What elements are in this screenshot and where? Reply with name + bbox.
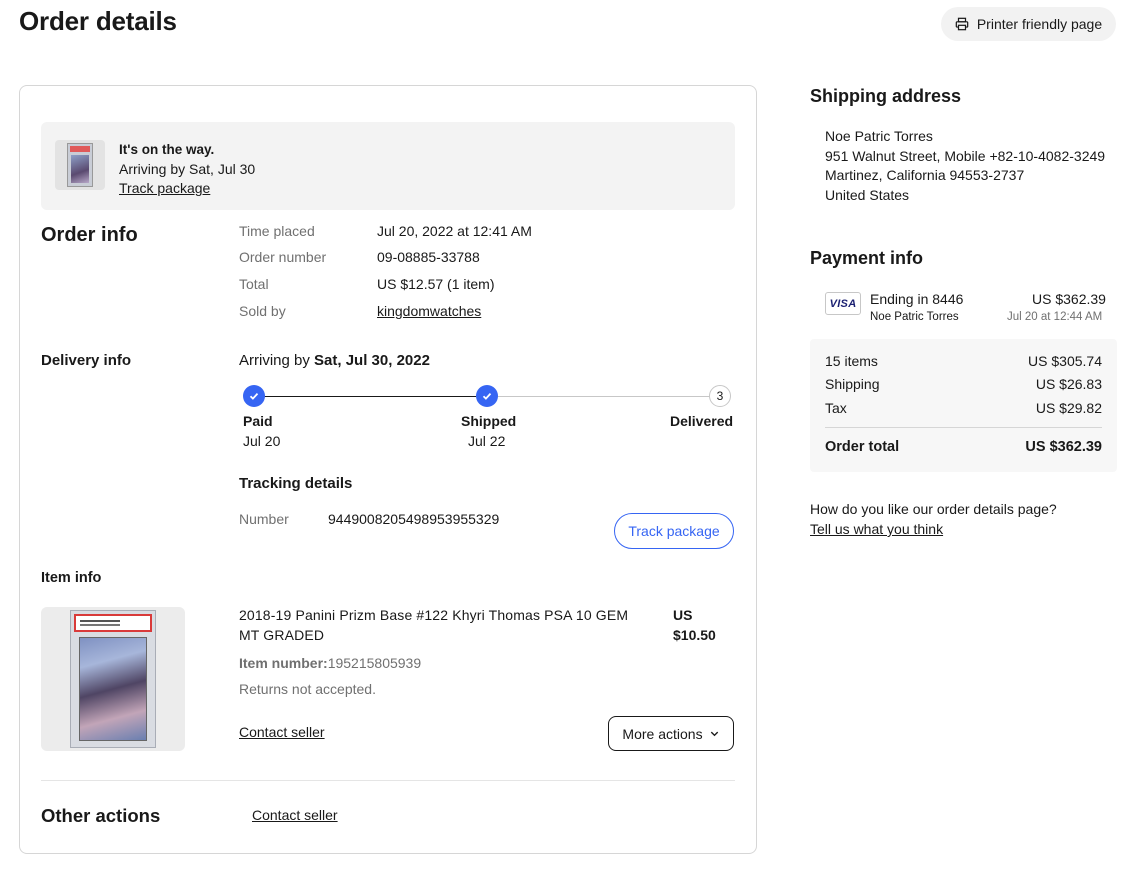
page-title: Order details <box>19 6 177 36</box>
address-street: 951 Walnut Street, Mobile +82-10-4082-32… <box>825 147 1106 164</box>
other-contact-seller-link[interactable]: Contact seller <box>252 807 338 823</box>
summary-divider <box>825 427 1102 428</box>
more-actions-label: More actions <box>622 725 703 742</box>
more-actions-button[interactable]: More actions <box>608 716 734 751</box>
summary-items-label: 15 items <box>825 353 878 369</box>
progress-line-pending <box>496 396 710 397</box>
card-holder: Noe Patric Torres <box>870 311 959 323</box>
address-country: United States <box>825 186 910 203</box>
status-heading: It's on the way. <box>119 142 215 157</box>
time-placed-value: Jul 20, 2022 at 12:41 AM <box>377 223 532 239</box>
address-name: Noe Patric Torres <box>825 128 933 144</box>
payment-info-title: Payment info <box>810 248 924 268</box>
feedback-question: How do you like our order details page? <box>810 501 1057 517</box>
other-actions-title: Other actions <box>41 805 161 826</box>
delivery-arriving-date: Sat, Jul 30, 2022 <box>314 352 430 369</box>
step-delivered-number: 3 <box>709 385 731 407</box>
contact-seller-link[interactable]: Contact seller <box>239 724 325 740</box>
item-info-title: Item info <box>41 570 102 586</box>
step-paid-date: Jul 20 <box>243 433 281 449</box>
summary-tax-row: Tax US $29.82 <box>825 400 1102 416</box>
item-number-value: 195215805939 <box>327 655 422 671</box>
step-shipped-date: Jul 22 <box>468 433 506 449</box>
step-shipped-check-icon <box>476 385 498 407</box>
order-number-value: 09-08885-33788 <box>377 249 480 265</box>
tracking-number-value: 9449008205498953955329 <box>328 511 500 527</box>
item-title[interactable]: 2018-19 Panini Prizm Base #122 Khyri Tho… <box>239 606 649 645</box>
tracking-details-title: Tracking details <box>239 475 353 492</box>
feedback-link[interactable]: Tell us what you think <box>810 519 1057 539</box>
shipping-address: Noe Patric Torres 951 Walnut Street, Mob… <box>825 127 1105 205</box>
summary-shipping-label: Shipping <box>825 376 880 392</box>
seller-link[interactable]: kingdomwatches <box>377 303 481 319</box>
summary-shipping-value: US $26.83 <box>1035 376 1102 392</box>
step-delivered-label: Delivered <box>670 413 734 429</box>
step-shipped-label: Shipped <box>461 413 517 429</box>
summary-shipping-row: Shipping US $26.83 <box>825 376 1102 392</box>
step-paid-check-icon <box>243 385 265 407</box>
address-city: Martinez, California 94553-2737 <box>825 167 1025 184</box>
summary-items-value: US $305.74 <box>1028 353 1102 369</box>
track-package-link[interactable]: Track package <box>119 179 255 199</box>
step-paid-label: Paid <box>243 413 273 429</box>
order-info-title: Order info <box>41 224 138 246</box>
printer-icon <box>955 17 969 31</box>
order-total-value: US $362.39 <box>1025 439 1102 455</box>
shipping-address-title: Shipping address <box>810 86 962 106</box>
card-ending: Ending in 8446 <box>870 291 964 307</box>
delivery-arriving-prefix: Arriving by <box>239 352 315 369</box>
status-arriving: Arriving by Sat, Jul 30 <box>119 160 256 177</box>
time-placed-label: Time placed <box>239 223 315 239</box>
order-total-label: Order total <box>825 439 900 455</box>
order-number-label: Order number <box>239 249 327 265</box>
total-label: Total <box>239 276 269 292</box>
order-card: It's on the way. Arriving by Sat, Jul 30… <box>19 85 757 854</box>
returns-policy: Returns not accepted. <box>239 681 376 697</box>
payment-date: Jul 20 at 12:44 AM <box>1007 311 1103 323</box>
status-item-thumbnail <box>55 140 105 190</box>
item-number: Item number:195215805939 <box>239 655 421 671</box>
progress-line-done <box>264 396 476 397</box>
feedback-section: How do you like our order details page? … <box>810 499 1057 539</box>
payment-amount: US $362.39 <box>1032 291 1106 307</box>
item-number-label: Item number: <box>239 655 328 671</box>
printer-friendly-label: Printer friendly page <box>976 16 1103 32</box>
summary-tax-value: US $29.82 <box>1035 400 1102 416</box>
item-image[interactable] <box>41 607 185 751</box>
sold-by-label: Sold by <box>239 303 286 319</box>
shipment-status-banner: It's on the way. Arriving by Sat, Jul 30… <box>41 122 735 210</box>
summary-items-row: 15 items US $305.74 <box>825 353 1102 369</box>
item-price: US $10.50 <box>673 607 716 643</box>
section-divider <box>41 780 735 781</box>
order-total-row: Order total US $362.39 <box>825 439 1102 455</box>
delivery-info-title: Delivery info <box>41 352 132 369</box>
delivery-arriving: Arriving by Sat, Jul 30, 2022 <box>239 352 430 369</box>
total-value: US $12.57 (1 item) <box>377 276 495 292</box>
chevron-down-icon <box>710 731 718 737</box>
summary-tax-label: Tax <box>825 400 847 416</box>
track-package-button[interactable]: Track package <box>614 513 734 549</box>
visa-card-icon: VISA <box>825 292 861 315</box>
tracking-number-label: Number <box>239 511 289 527</box>
printer-friendly-button[interactable]: Printer friendly page <box>941 7 1116 41</box>
order-summary: 15 items US $305.74 Shipping US $26.83 Tax… <box>810 339 1117 472</box>
